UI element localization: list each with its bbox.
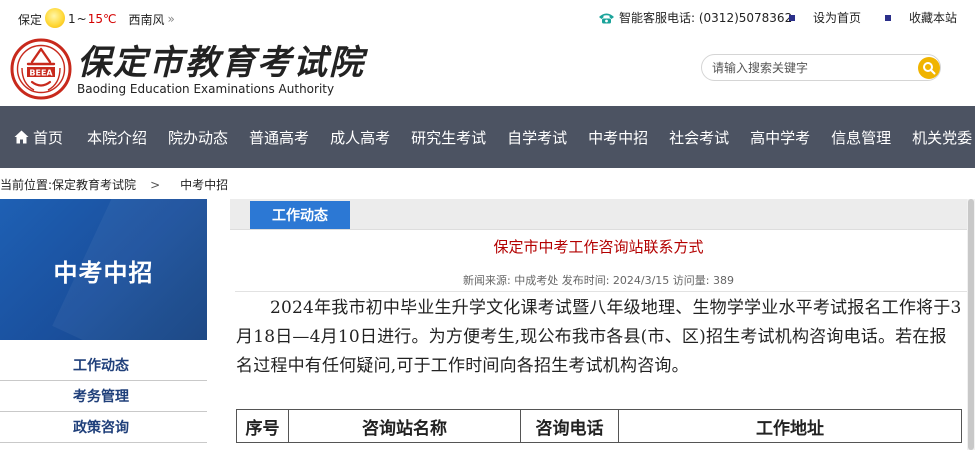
home-icon — [14, 130, 29, 144]
sidebar-menu: 工作动态 考务管理 政策咨询 — [0, 350, 207, 443]
nav-item-self-study-exam[interactable]: 自学考试 — [507, 127, 567, 148]
section-banner: 中考中招 — [0, 199, 207, 340]
bookmark-label[interactable]: 收藏本站 — [909, 9, 957, 26]
tab-work-news[interactable]: 工作动态 — [250, 201, 350, 229]
sidebar-item-work-news[interactable]: 工作动态 — [0, 350, 207, 381]
weather-more-link[interactable]: » — [167, 12, 174, 26]
search-box — [701, 54, 941, 81]
wind-direction: 西南风 — [128, 12, 165, 27]
beea-seal-logo[interactable]: BEEA — [10, 38, 72, 100]
hotline: 智能客服电话: (0312)5078362 — [598, 9, 792, 26]
contact-table: 序号 咨询站名称 咨询电话 工作地址 — [236, 409, 962, 443]
breadcrumb-home-link[interactable]: 保定教育考试院 — [52, 176, 136, 193]
site-name-cn: 保定市教育考试院 — [77, 43, 365, 83]
col-header-phone: 咨询电话 — [520, 409, 619, 443]
scrollbar-thumb[interactable] — [968, 199, 974, 450]
breadcrumb-separator: > — [150, 177, 161, 192]
phone-icon — [599, 13, 614, 23]
temp-separator: ~ — [76, 12, 87, 26]
main-nav: 首页 本院介绍 院办动态 普通高考 成人高考 研究生考试 自学考试 中考中招 社… — [0, 106, 975, 168]
search-button[interactable] — [918, 57, 940, 79]
nav-item-academic-test[interactable]: 高中学考 — [750, 127, 810, 148]
bullet-icon — [788, 14, 795, 21]
breadcrumb-prefix: 当前位置: — [0, 178, 53, 192]
nav-item-zhongkao[interactable]: 中考中招 — [588, 127, 648, 148]
search-icon — [923, 62, 936, 75]
site-header: BEEA 保定市教育考试院 Baoding Education Examinat… — [0, 33, 975, 106]
divider — [235, 291, 967, 292]
article-panel: 工作动态 保定市中考工作咨询站联系方式 新闻来源: 中成考处 发布时间: 202… — [230, 199, 975, 450]
temp-low: 1 — [68, 12, 76, 26]
sun-icon — [45, 8, 66, 28]
top-bar: 保定 1 ~15℃ 西南风 » 智能客服电话: (0312)5078362 设为首… — [0, 0, 975, 33]
col-header-station: 咨询站名称 — [288, 409, 521, 443]
set-homepage-label[interactable]: 设为首页 — [813, 9, 861, 26]
article-meta: 新闻来源: 中成考处 发布时间: 2024/3/15 访问量: 389 — [463, 274, 734, 287]
tab-strip: 工作动态 — [230, 199, 967, 230]
nav-item-about[interactable]: 本院介绍 — [87, 127, 147, 148]
bookmark-link[interactable]: 收藏本站 — [884, 9, 957, 26]
bullet-icon — [884, 14, 891, 21]
sidebar-item-policy-consult[interactable]: 政策咨询 — [0, 412, 207, 443]
search-input[interactable] — [712, 59, 912, 77]
weather-city: 保定 — [18, 12, 43, 27]
svg-text:BEEA: BEEA — [29, 68, 53, 77]
breadcrumb: 当前位置: 保定教育考试院 > 中考中招 — [0, 176, 228, 193]
article-body: 2024年我市初中毕业生升学文化课考试暨八年级地理、生物学学业水平考试报名工作将… — [236, 298, 962, 376]
weather-widget: 保定 1 ~15℃ 西南风 » — [18, 8, 175, 29]
nav-item-adult-exam[interactable]: 成人高考 — [330, 127, 390, 148]
temp-high: 15℃ — [87, 12, 117, 26]
breadcrumb-current-link[interactable]: 中考中招 — [180, 176, 228, 193]
col-header-address: 工作地址 — [618, 409, 962, 443]
sidebar-item-exam-affairs[interactable]: 考务管理 — [0, 381, 207, 412]
nav-item-home[interactable]: 首页 — [14, 127, 63, 148]
top-links: 设为首页 收藏本站 — [765, 9, 957, 26]
set-homepage-link[interactable]: 设为首页 — [788, 9, 861, 26]
col-header-index: 序号 — [236, 409, 289, 443]
nav-item-gaokao[interactable]: 普通高考 — [249, 127, 309, 148]
nav-item-graduate-exam[interactable]: 研究生考试 — [411, 127, 486, 148]
article-title: 保定市中考工作咨询站联系方式 — [493, 238, 704, 256]
nav-item-office-news[interactable]: 院办动态 — [168, 127, 228, 148]
section-title: 中考中招 — [53, 258, 154, 287]
nav-item-party-committee[interactable]: 机关党委 — [912, 127, 972, 148]
site-name-en: Baoding Education Examinations Authority — [77, 82, 335, 96]
nav-item-social-exam[interactable]: 社会考试 — [669, 127, 729, 148]
nav-item-label[interactable]: 首页 — [33, 127, 63, 148]
nav-item-info-management[interactable]: 信息管理 — [831, 127, 891, 148]
table-header-row: 序号 咨询站名称 咨询电话 工作地址 — [236, 409, 962, 443]
scrollbar[interactable] — [967, 199, 975, 450]
